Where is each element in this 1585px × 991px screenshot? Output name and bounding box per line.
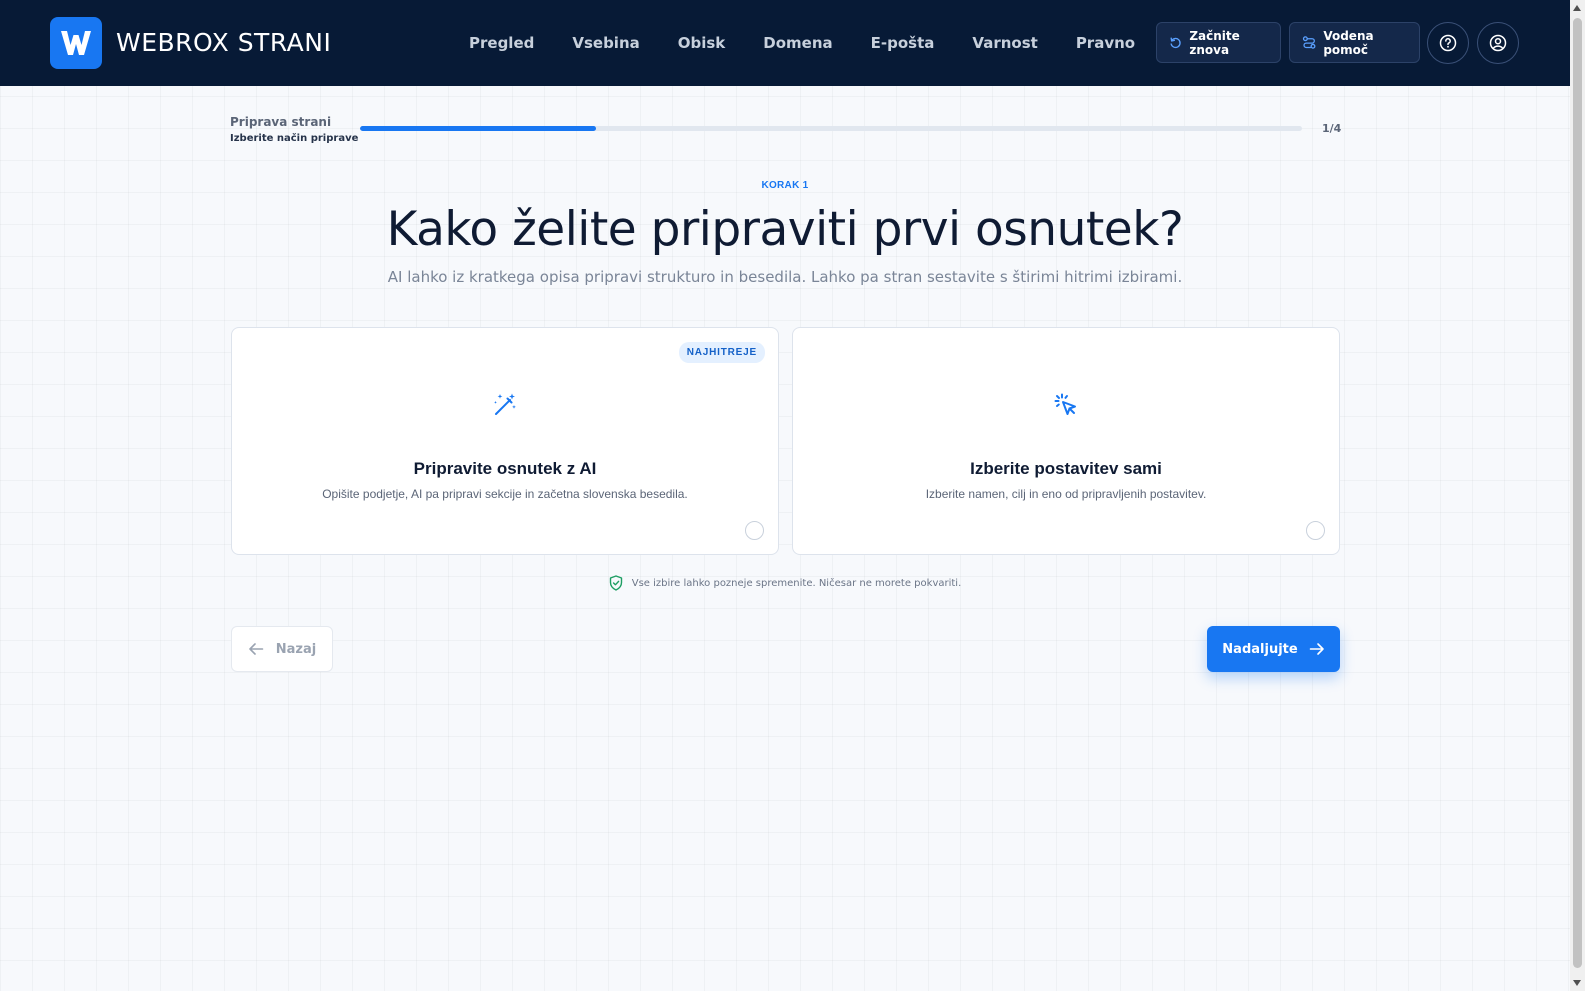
arrow-right-icon [1309,643,1324,655]
progress-bar-fill [360,126,596,131]
notice-text: Vse izbire lahko pozneje spremenite. Nič… [631,577,962,589]
progress-title: Priprava strani [230,115,332,129]
progress-subtitle: Izberite način priprave [230,133,359,144]
account-button[interactable] [1477,22,1519,64]
scroll-down-icon[interactable] [1573,980,1581,986]
continue-label: Nadaljujte [1222,641,1298,657]
logo[interactable] [50,17,102,69]
progress-count: 1/4 [1322,122,1342,135]
brand-name: WEBROX STRANI [116,28,332,57]
magic-wand-icon [494,393,516,415]
nav-item-vsebina[interactable]: Vsebina [553,28,658,58]
restart-label: Začnite znova [1189,28,1240,57]
nav-item-pregled[interactable]: Pregled [450,28,553,58]
option-card-manual[interactable]: Izberite postavitev sami Izberite namen,… [792,327,1340,555]
scroll-thumb[interactable] [1573,18,1582,968]
fastest-badge: NAJHITREJE [678,342,765,363]
page-title: Kako želite pripraviti prvi osnutek? [386,202,1184,257]
top-navigation-bar: WEBROX STRANI Pregled Vsebina Obisk Dome… [0,0,1570,86]
option-radio-ai[interactable] [745,521,764,540]
option-desc-manual: Izberite namen, cilj in eno od pripravlj… [925,487,1207,501]
page-subtitle: AI lahko iz kratkega opisa pripravi stru… [387,268,1183,286]
logo-w-icon [61,31,91,55]
back-button[interactable]: Nazaj [231,626,333,672]
arrow-left-icon [248,643,264,655]
reassurance-notice: Vse izbire lahko pozneje spremenite. Nič… [0,575,1570,591]
progress-bar [360,126,1302,131]
question-circle-icon [1439,34,1457,52]
nav-item-varnost[interactable]: Varnost [953,28,1056,58]
restart-icon [1170,36,1181,48]
route-icon [1302,36,1316,49]
option-desc-ai: Opišite podjetje, AI pa pripravi sekcije… [322,487,688,501]
step-label: KORAK 1 [761,180,809,191]
nav-item-domena[interactable]: Domena [744,28,851,58]
restart-button[interactable]: Začnite znova [1156,22,1281,63]
option-radio-manual[interactable] [1306,521,1325,540]
back-label: Nazaj [275,641,317,657]
cursor-click-icon [1054,393,1076,415]
nav-item-obisk[interactable]: Obisk [659,28,745,58]
option-card-ai[interactable]: NAJHITREJE Pripravite osnutek z AI Opiši… [231,327,779,555]
guided-help-label: Vodena pomoč [1323,28,1374,57]
shield-check-icon [609,575,622,591]
help-button[interactable] [1427,22,1469,64]
continue-button[interactable]: Nadaljujte [1207,626,1340,672]
option-title-manual: Izberite postavitev sami [970,459,1162,478]
main-nav: Pregled Vsebina Obisk Domena E-pošta Var… [450,0,1154,86]
guided-help-button[interactable]: Vodena pomoč [1289,22,1420,63]
nav-item-eposta[interactable]: E-pošta [852,28,954,58]
user-circle-icon [1489,34,1507,52]
page-scrollbar[interactable] [1570,0,1585,991]
option-title-ai: Pripravite osnutek z AI [413,459,597,478]
nav-item-pravno[interactable]: Pravno [1057,28,1154,58]
scroll-up-icon[interactable] [1573,5,1581,11]
